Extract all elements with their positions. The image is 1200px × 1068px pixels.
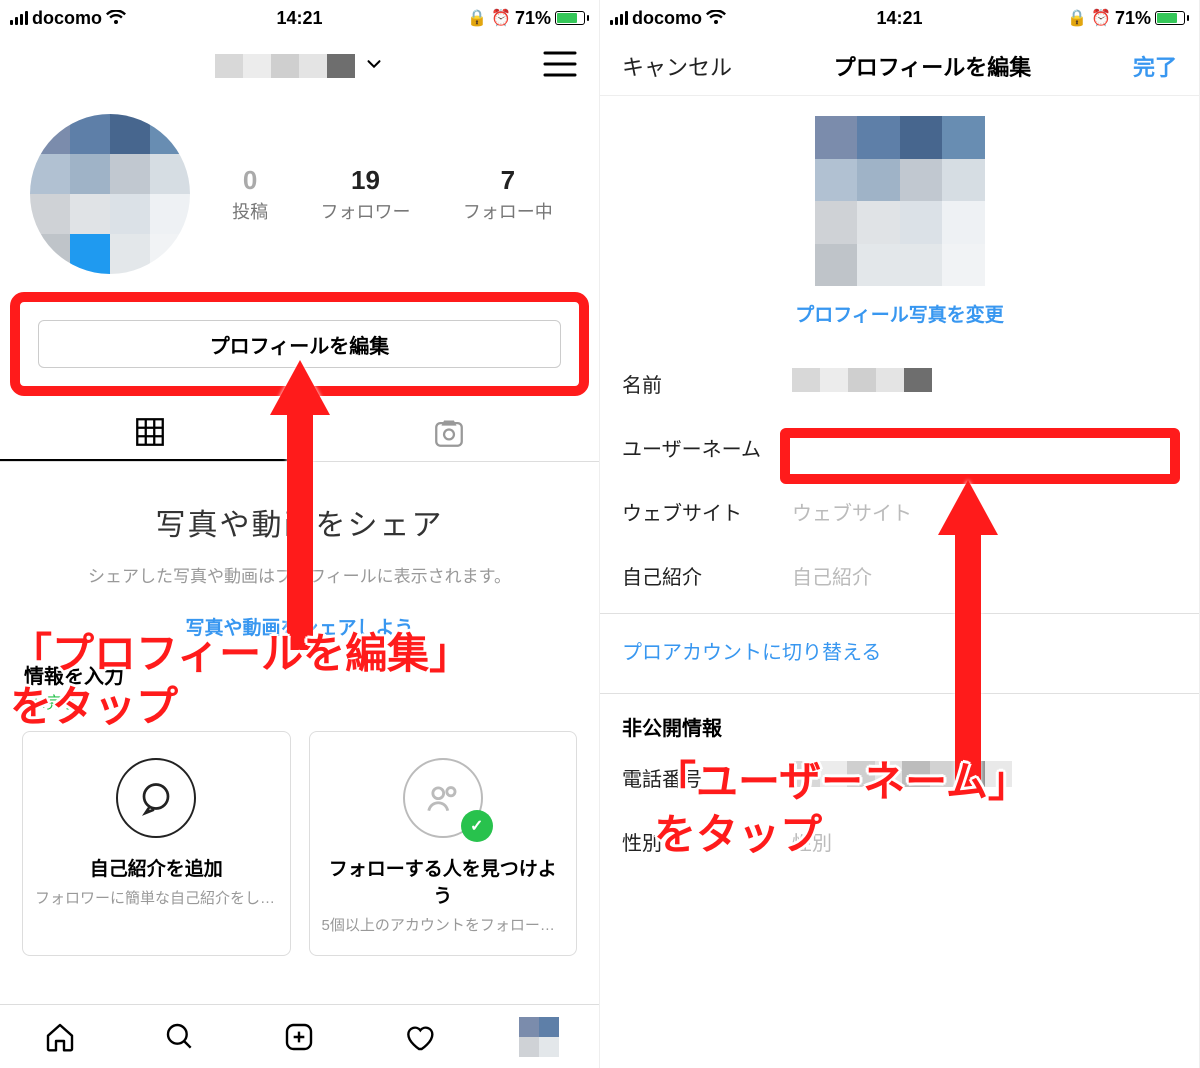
- annotation-text-right: 「ユーザーネーム」 をタップ: [654, 756, 1030, 861]
- clock-label: 14:21: [0, 8, 599, 29]
- profile-screen: docomo 14:21 🔒 ⏰ 71%: [0, 0, 600, 1068]
- tab-grid[interactable]: [0, 404, 300, 461]
- following-count: 7: [463, 165, 553, 196]
- edit-profile-screen: docomo 14:21 🔒 ⏰ 71% キャンセル プロフィールを編集 完了 …: [600, 0, 1200, 1068]
- card-follow-sub: 5個以上のアカウントをフォローしよう。: [322, 914, 565, 935]
- stat-posts[interactable]: 0 投稿: [232, 165, 268, 224]
- field-website[interactable]: ウェブサイト ウェブサイト: [600, 479, 1199, 543]
- stat-following[interactable]: 7 フォロー中: [463, 165, 553, 224]
- card-follow-title: フォローする人を見つけよう: [322, 854, 565, 908]
- check-icon: ✓: [461, 810, 493, 842]
- cancel-button[interactable]: キャンセル: [622, 50, 732, 82]
- field-name[interactable]: 名前: [600, 351, 1199, 415]
- posts-label: 投稿: [232, 198, 268, 224]
- menu-icon[interactable]: [543, 50, 577, 83]
- status-bar: docomo 14:21 🔒 ⏰ 71%: [600, 0, 1199, 36]
- field-bio[interactable]: 自己紹介 自己紹介: [600, 543, 1199, 607]
- nav-profile-icon[interactable]: [519, 1017, 559, 1057]
- posts-count: 0: [232, 165, 268, 196]
- bottom-nav: [0, 1004, 599, 1068]
- card-bio-sub: フォロワーに簡単な自己紹介をしよう。: [35, 887, 278, 908]
- card-bio-title: 自己紹介を追加: [35, 854, 278, 881]
- username-highlight: [780, 428, 1180, 484]
- private-info-header: 非公開情報: [600, 694, 1199, 745]
- battery-icon: [555, 11, 589, 25]
- name-value-redacted: [792, 368, 932, 392]
- followers-count: 19: [320, 165, 410, 196]
- annotation-text-left: 「プロフィールを編集」 をタップ: [10, 628, 471, 733]
- chevron-down-icon[interactable]: [363, 53, 385, 80]
- username-label: ユーザーネーム: [622, 433, 792, 462]
- website-label: ウェブサイト: [622, 497, 792, 526]
- avatar[interactable]: [30, 114, 190, 274]
- annotation-arrow: [933, 480, 1003, 790]
- following-label: フォロー中: [463, 198, 553, 224]
- change-photo-link[interactable]: プロフィール写真を変更: [795, 300, 1004, 327]
- chat-icon: [116, 758, 196, 838]
- username-redacted[interactable]: [215, 54, 355, 78]
- avatar[interactable]: [815, 116, 985, 286]
- done-button[interactable]: 完了: [1133, 50, 1177, 82]
- card-add-bio[interactable]: 自己紹介を追加 フォロワーに簡単な自己紹介をしよう。: [22, 731, 291, 956]
- edit-title: プロフィールを編集: [834, 50, 1032, 82]
- followers-label: フォロワー: [320, 198, 410, 224]
- annotation-arrow: [265, 360, 335, 650]
- tab-tagged[interactable]: [300, 404, 600, 461]
- nav-home-icon[interactable]: [40, 1017, 80, 1057]
- battery-icon: [1155, 11, 1189, 25]
- card-find-people[interactable]: ✓ フォローする人を見つけよう 5個以上のアカウントをフォローしよう。: [309, 731, 578, 956]
- switch-pro-account-link[interactable]: プロアカウントに切り替える: [600, 614, 1199, 687]
- clock-label: 14:21: [600, 8, 1199, 29]
- profile-header: [0, 36, 599, 96]
- bio-label: 自己紹介: [622, 561, 792, 590]
- edit-header: キャンセル プロフィールを編集 完了: [600, 36, 1199, 96]
- nav-activity-icon[interactable]: [399, 1017, 439, 1057]
- stat-followers[interactable]: 19 フォロワー: [320, 165, 410, 224]
- nav-search-icon[interactable]: [160, 1017, 200, 1057]
- nav-add-icon[interactable]: [279, 1017, 319, 1057]
- status-bar: docomo 14:21 🔒 ⏰ 71%: [0, 0, 599, 36]
- name-label: 名前: [622, 369, 792, 398]
